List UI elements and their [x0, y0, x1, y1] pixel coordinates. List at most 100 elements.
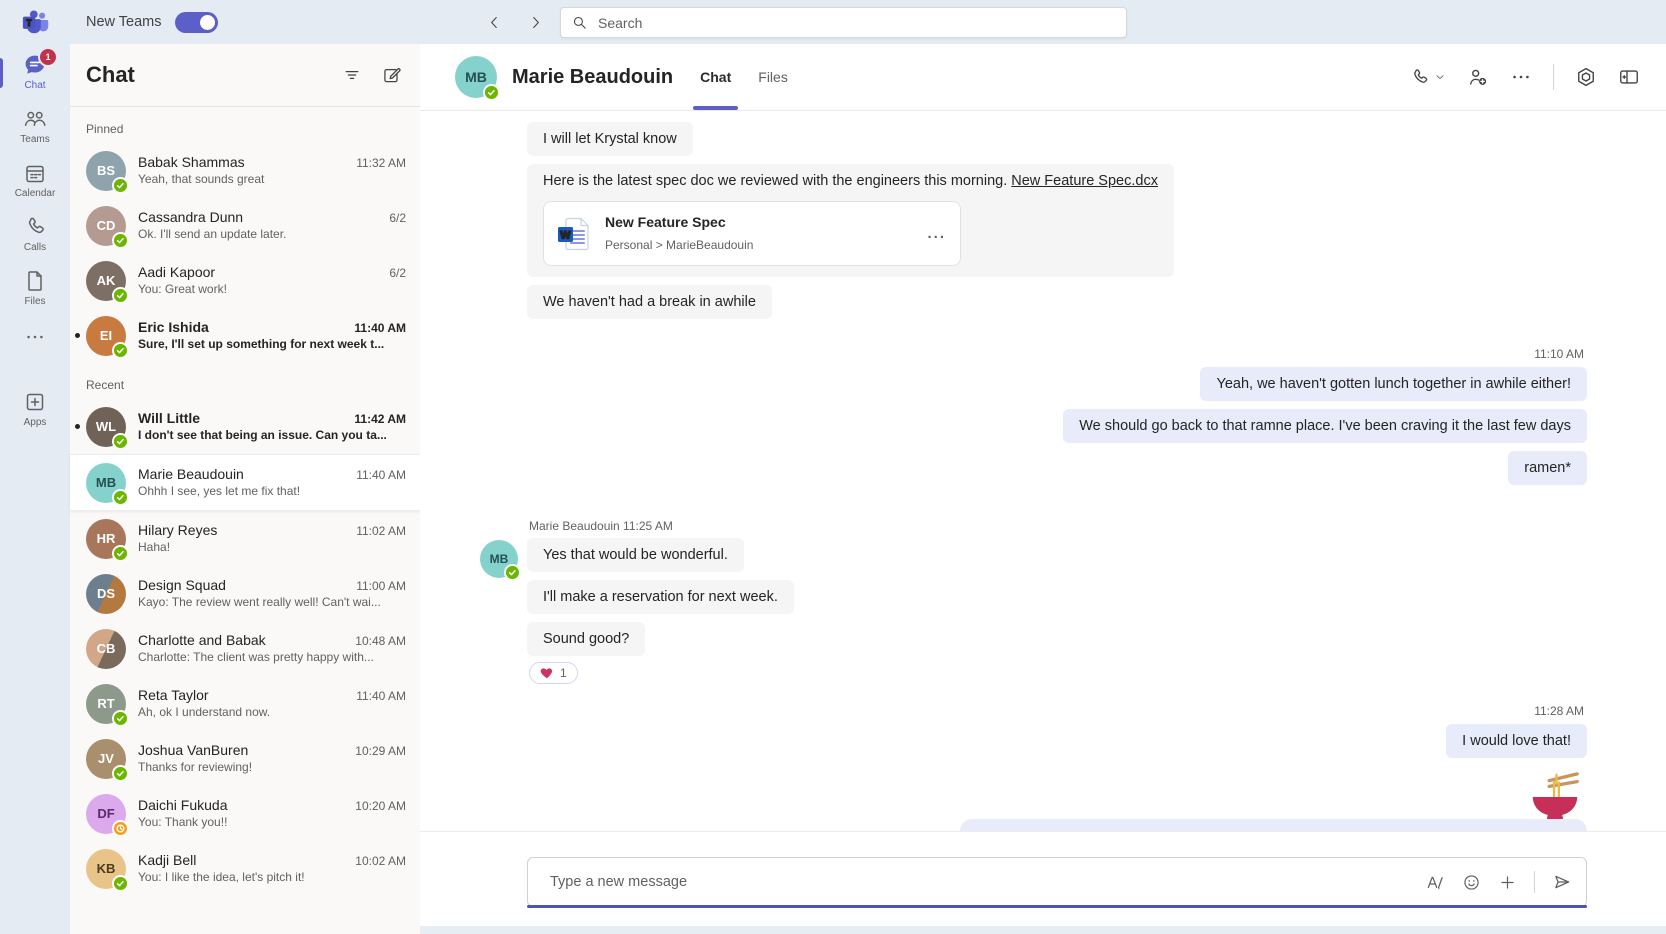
message-bubble[interactable]: Sound good?	[527, 622, 645, 656]
rail-item-chat[interactable]: 1Chat	[0, 44, 70, 98]
ramen-emoji[interactable]	[1527, 770, 1583, 826]
message-bubble[interactable]: I'll make a reservation for next week.	[527, 580, 794, 614]
chat-row-hilary-reyes[interactable]: HRHilary Reyes11:02 AMHaha!	[70, 511, 420, 566]
conversation-name[interactable]: Marie Beaudouin	[512, 66, 673, 89]
rail-item-label: Chat	[24, 80, 45, 91]
avatar: WL	[86, 407, 126, 447]
chat-preview: Ah, ok I understand now.	[138, 705, 270, 719]
chat-list-title: Chat	[86, 62, 342, 88]
chat-row-will-little[interactable]: WL Will Little11:42 AMI don't see that be…	[70, 399, 420, 454]
chat-preview: Kayo: The review went really well! Can't…	[138, 595, 381, 609]
message-bubble[interactable]: I would love that!	[1446, 724, 1587, 758]
presence-available-icon	[112, 875, 129, 892]
rail-item-apps[interactable]: Apps	[0, 381, 70, 435]
remote-message-group: Marie Beaudouin 11:25 AMMBYes that would…	[480, 519, 1587, 692]
message-text: I would love that!	[1462, 733, 1571, 749]
chat-time: 11:32 AM	[356, 156, 406, 170]
section-label-recent: Recent	[70, 363, 420, 399]
chat-row-charlotte-and-babak[interactable]: CBCharlotte and Babak10:48 AMCharlotte: …	[70, 621, 420, 676]
chat-row-aadi-kapoor[interactable]: AKAadi Kapoor6/2You: Great work!	[70, 253, 420, 308]
chat-preview: I don't see that being an issue. Can you…	[138, 428, 387, 442]
more-options-button[interactable]	[1510, 66, 1532, 88]
forward-icon[interactable]	[527, 14, 544, 31]
avatar-initials: BS	[97, 163, 115, 178]
message-input[interactable]	[548, 873, 1425, 891]
message-bubble[interactable]: Here is the latest spec doc we reviewed …	[527, 164, 1174, 277]
chat-row-daichi-fukuda[interactable]: DFDaichi Fukuda10:20 AMYou: Thank you!!	[70, 786, 420, 841]
message-text: Yeah, we haven't gotten lunch together i…	[1216, 376, 1571, 392]
message-bubble[interactable]: We haven't had a break in awhile	[527, 285, 772, 319]
chat-row-text: Will Little11:42 AMI don't see that bein…	[138, 410, 406, 444]
avatar: RT	[86, 684, 126, 724]
new-teams-toggle[interactable]	[175, 12, 218, 33]
search-icon	[571, 14, 588, 31]
rail-item-label: Files	[24, 296, 45, 307]
send-button[interactable]	[1552, 872, 1572, 892]
rail-item-teams[interactable]: Teams	[0, 98, 70, 152]
search-bar[interactable]	[560, 7, 1127, 38]
avatar: KB	[86, 849, 126, 889]
avatar: MB	[86, 463, 126, 503]
new-chat-icon[interactable]	[382, 65, 402, 85]
chat-row-joshua-vanburen[interactable]: JVJoshua VanBuren10:29 AMThanks for revi…	[70, 731, 420, 786]
rail-item-calendar[interactable]: Calendar	[0, 152, 70, 206]
chat-row-marie-beaudouin[interactable]: MBMarie Beaudouin11:40 AMOhhh I see, yes…	[70, 454, 420, 511]
chat-row-text: Aadi Kapoor6/2You: Great work!	[138, 264, 406, 298]
chat-row-cassandra-dunn[interactable]: CDCassandra Dunn6/2Ok. I'll send an upda…	[70, 198, 420, 253]
word-icon: W	[558, 217, 592, 251]
calendar-icon	[23, 161, 47, 185]
actions-divider	[1553, 64, 1554, 90]
message-bubble[interactable]: I will let Krystal know	[527, 122, 693, 156]
message-bubble[interactable]: ramen*	[1508, 451, 1587, 485]
chat-time: 11:00 AM	[356, 579, 406, 593]
add-people-button[interactable]	[1467, 66, 1489, 88]
message-bubble[interactable]: Yeah, we haven't gotten lunch together i…	[1200, 367, 1587, 401]
files-icon	[23, 269, 47, 293]
chat-time: 11:40 AM	[356, 468, 406, 482]
chat-row-design-squad[interactable]: DSDesign Squad11:00 AMKayo: The review w…	[70, 566, 420, 621]
call-icon	[1409, 67, 1430, 88]
more-icon	[24, 326, 46, 348]
tab-files[interactable]: Files	[758, 44, 788, 110]
message-bubble[interactable]: We should go back to that ramne place. I…	[1063, 409, 1587, 443]
chat-row-eric-ishida[interactable]: EIEric Ishida11:40 AMSure, I'll set up s…	[70, 308, 420, 363]
conversation-panel: MB Marie Beaudouin Chat Files I will let …	[420, 44, 1666, 934]
chat-row-reta-taylor[interactable]: RTReta Taylor11:40 AMAh, ok I understand…	[70, 676, 420, 731]
chat-row-babak-shammas[interactable]: BSBabak Shammas11:32 AMYeah, that sounds…	[70, 143, 420, 198]
chat-preview: You: Great work!	[138, 282, 227, 296]
chat-time: 11:40 AM	[356, 689, 406, 703]
chat-preview: You: I like the idea, let's pitch it!	[138, 870, 305, 884]
chat-name: Kadji Bell	[138, 852, 347, 868]
reaction-pill[interactable]: 1	[529, 662, 578, 684]
file-card[interactable]: WNew Feature SpecPersonal > MarieBeaudou…	[543, 201, 961, 266]
compose-box[interactable]	[527, 857, 1587, 907]
call-button[interactable]	[1409, 67, 1446, 88]
message-bubble[interactable]: Yes that would be wonderful.	[527, 538, 744, 572]
chat-name: Charlotte and Babak	[138, 632, 347, 648]
avatar-initials: EI	[100, 328, 112, 343]
attach-button[interactable]	[1498, 873, 1517, 892]
format-button[interactable]	[1425, 872, 1445, 892]
presence-available-icon	[112, 710, 129, 727]
tab-chat[interactable]: Chat	[700, 44, 731, 110]
back-icon[interactable]	[486, 14, 503, 31]
popout-button[interactable]	[1575, 66, 1597, 88]
heart-icon	[540, 666, 554, 680]
chat-time: 11:40 AM	[354, 321, 406, 335]
emoji-button[interactable]	[1462, 873, 1481, 892]
bottom-strip	[420, 926, 1666, 934]
search-input[interactable]	[596, 14, 1116, 32]
rail-item-files[interactable]: Files	[0, 260, 70, 314]
open-panel-button[interactable]	[1618, 66, 1640, 88]
chat-row-kadji-bell[interactable]: KBKadji Bell10:02 AMYou: I like the idea…	[70, 841, 420, 896]
chat-time: 6/2	[389, 266, 406, 280]
rail-more-button[interactable]	[24, 314, 46, 367]
file-more-button[interactable]: ...	[927, 224, 946, 244]
file-link[interactable]: New Feature Spec.dcx	[1011, 173, 1158, 189]
avatar-initials: MB	[465, 69, 487, 85]
filter-icon[interactable]	[342, 65, 362, 85]
rail-item-calls[interactable]: Calls	[0, 206, 70, 260]
avatar: MB	[455, 56, 497, 98]
chat-name: Hilary Reyes	[138, 522, 348, 538]
chat-preview: Charlotte: The client was pretty happy w…	[138, 650, 374, 664]
